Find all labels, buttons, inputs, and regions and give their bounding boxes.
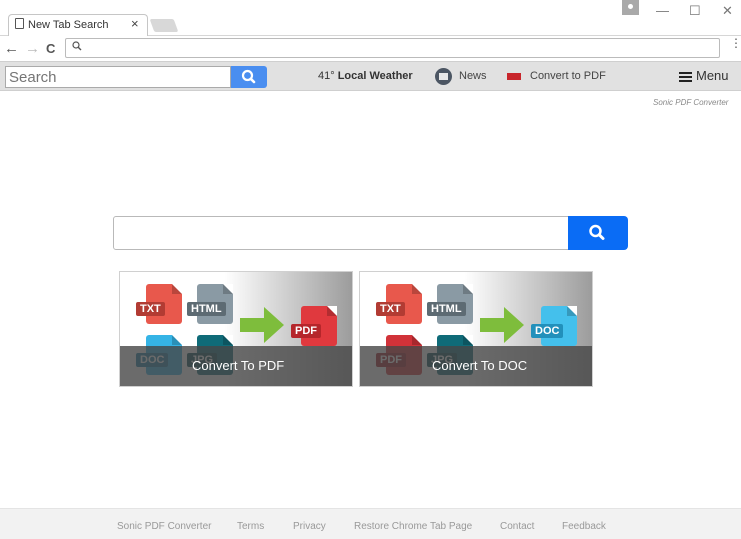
pdf-icon (507, 73, 521, 80)
txt-file-icon: TXT (136, 284, 182, 324)
footer-link-contact[interactable]: Contact (500, 521, 534, 532)
back-icon[interactable]: ← (4, 40, 19, 57)
page-icon (15, 18, 24, 29)
weather-label: Local Weather (337, 70, 413, 82)
extension-toolbar: 41° Local Weather News Convert to PDF Me… (0, 61, 741, 91)
footer: Sonic PDF Converter Terms Privacy Restor… (0, 508, 741, 539)
doc-file-icon: DOC (531, 306, 577, 346)
toolbar-search-input[interactable] (5, 66, 231, 88)
tab-close-icon[interactable]: × (131, 16, 139, 31)
arrow-right-icon (240, 307, 284, 343)
html-file-icon: HTML (187, 284, 233, 324)
browser-tabstrip: New Tab Search × — ☐ ✕ (0, 0, 741, 36)
browser-menu-icon[interactable]: ⋮ (730, 37, 741, 49)
main-search-input[interactable] (113, 216, 569, 250)
pdf-file-icon: PDF (291, 306, 337, 346)
weather-link[interactable]: 41° Local Weather (318, 70, 413, 82)
main-search-button[interactable] (568, 216, 628, 250)
minimize-icon[interactable]: — (656, 3, 669, 18)
address-bar[interactable] (65, 38, 720, 58)
menu-button[interactable]: Menu (696, 68, 729, 83)
convert-to-pdf-card[interactable]: TXT HTML DOC JPG PDF Convert To PDF (119, 271, 353, 387)
footer-link-terms[interactable]: Terms (237, 521, 264, 532)
convert-to-pdf-link[interactable]: Convert to PDF (530, 70, 606, 82)
maximize-icon[interactable]: ☐ (689, 3, 701, 19)
reload-icon[interactable]: C (46, 41, 55, 56)
search-icon (241, 69, 256, 84)
footer-link-privacy[interactable]: Privacy (293, 521, 326, 532)
footer-link-restore[interactable]: Restore Chrome Tab Page (354, 521, 472, 532)
convert-to-doc-card[interactable]: TXT HTML PDF JPG DOC Convert To DOC (359, 271, 593, 387)
news-icon (435, 68, 452, 85)
forward-icon[interactable]: → (25, 40, 40, 57)
hamburger-icon[interactable] (679, 72, 692, 82)
footer-link-brand[interactable]: Sonic PDF Converter (117, 521, 211, 532)
txt-file-icon: TXT (376, 284, 422, 324)
html-file-icon: HTML (427, 284, 473, 324)
new-tab-button[interactable] (149, 19, 179, 32)
search-icon (72, 41, 82, 51)
card-title: Convert To DOC (432, 358, 528, 373)
weather-temp: 41° (318, 70, 335, 82)
search-icon (589, 224, 605, 240)
brand-tag: Sonic PDF Converter (653, 98, 729, 107)
card-title: Convert To PDF (192, 358, 285, 373)
toolbar-search-button[interactable] (231, 66, 267, 88)
arrow-right-icon (480, 307, 524, 343)
news-link[interactable]: News (459, 70, 487, 82)
footer-link-feedback[interactable]: Feedback (562, 521, 606, 532)
close-window-icon[interactable]: ✕ (722, 3, 733, 19)
profile-icon[interactable] (622, 0, 639, 15)
tab-title[interactable]: New Tab Search (28, 19, 109, 31)
